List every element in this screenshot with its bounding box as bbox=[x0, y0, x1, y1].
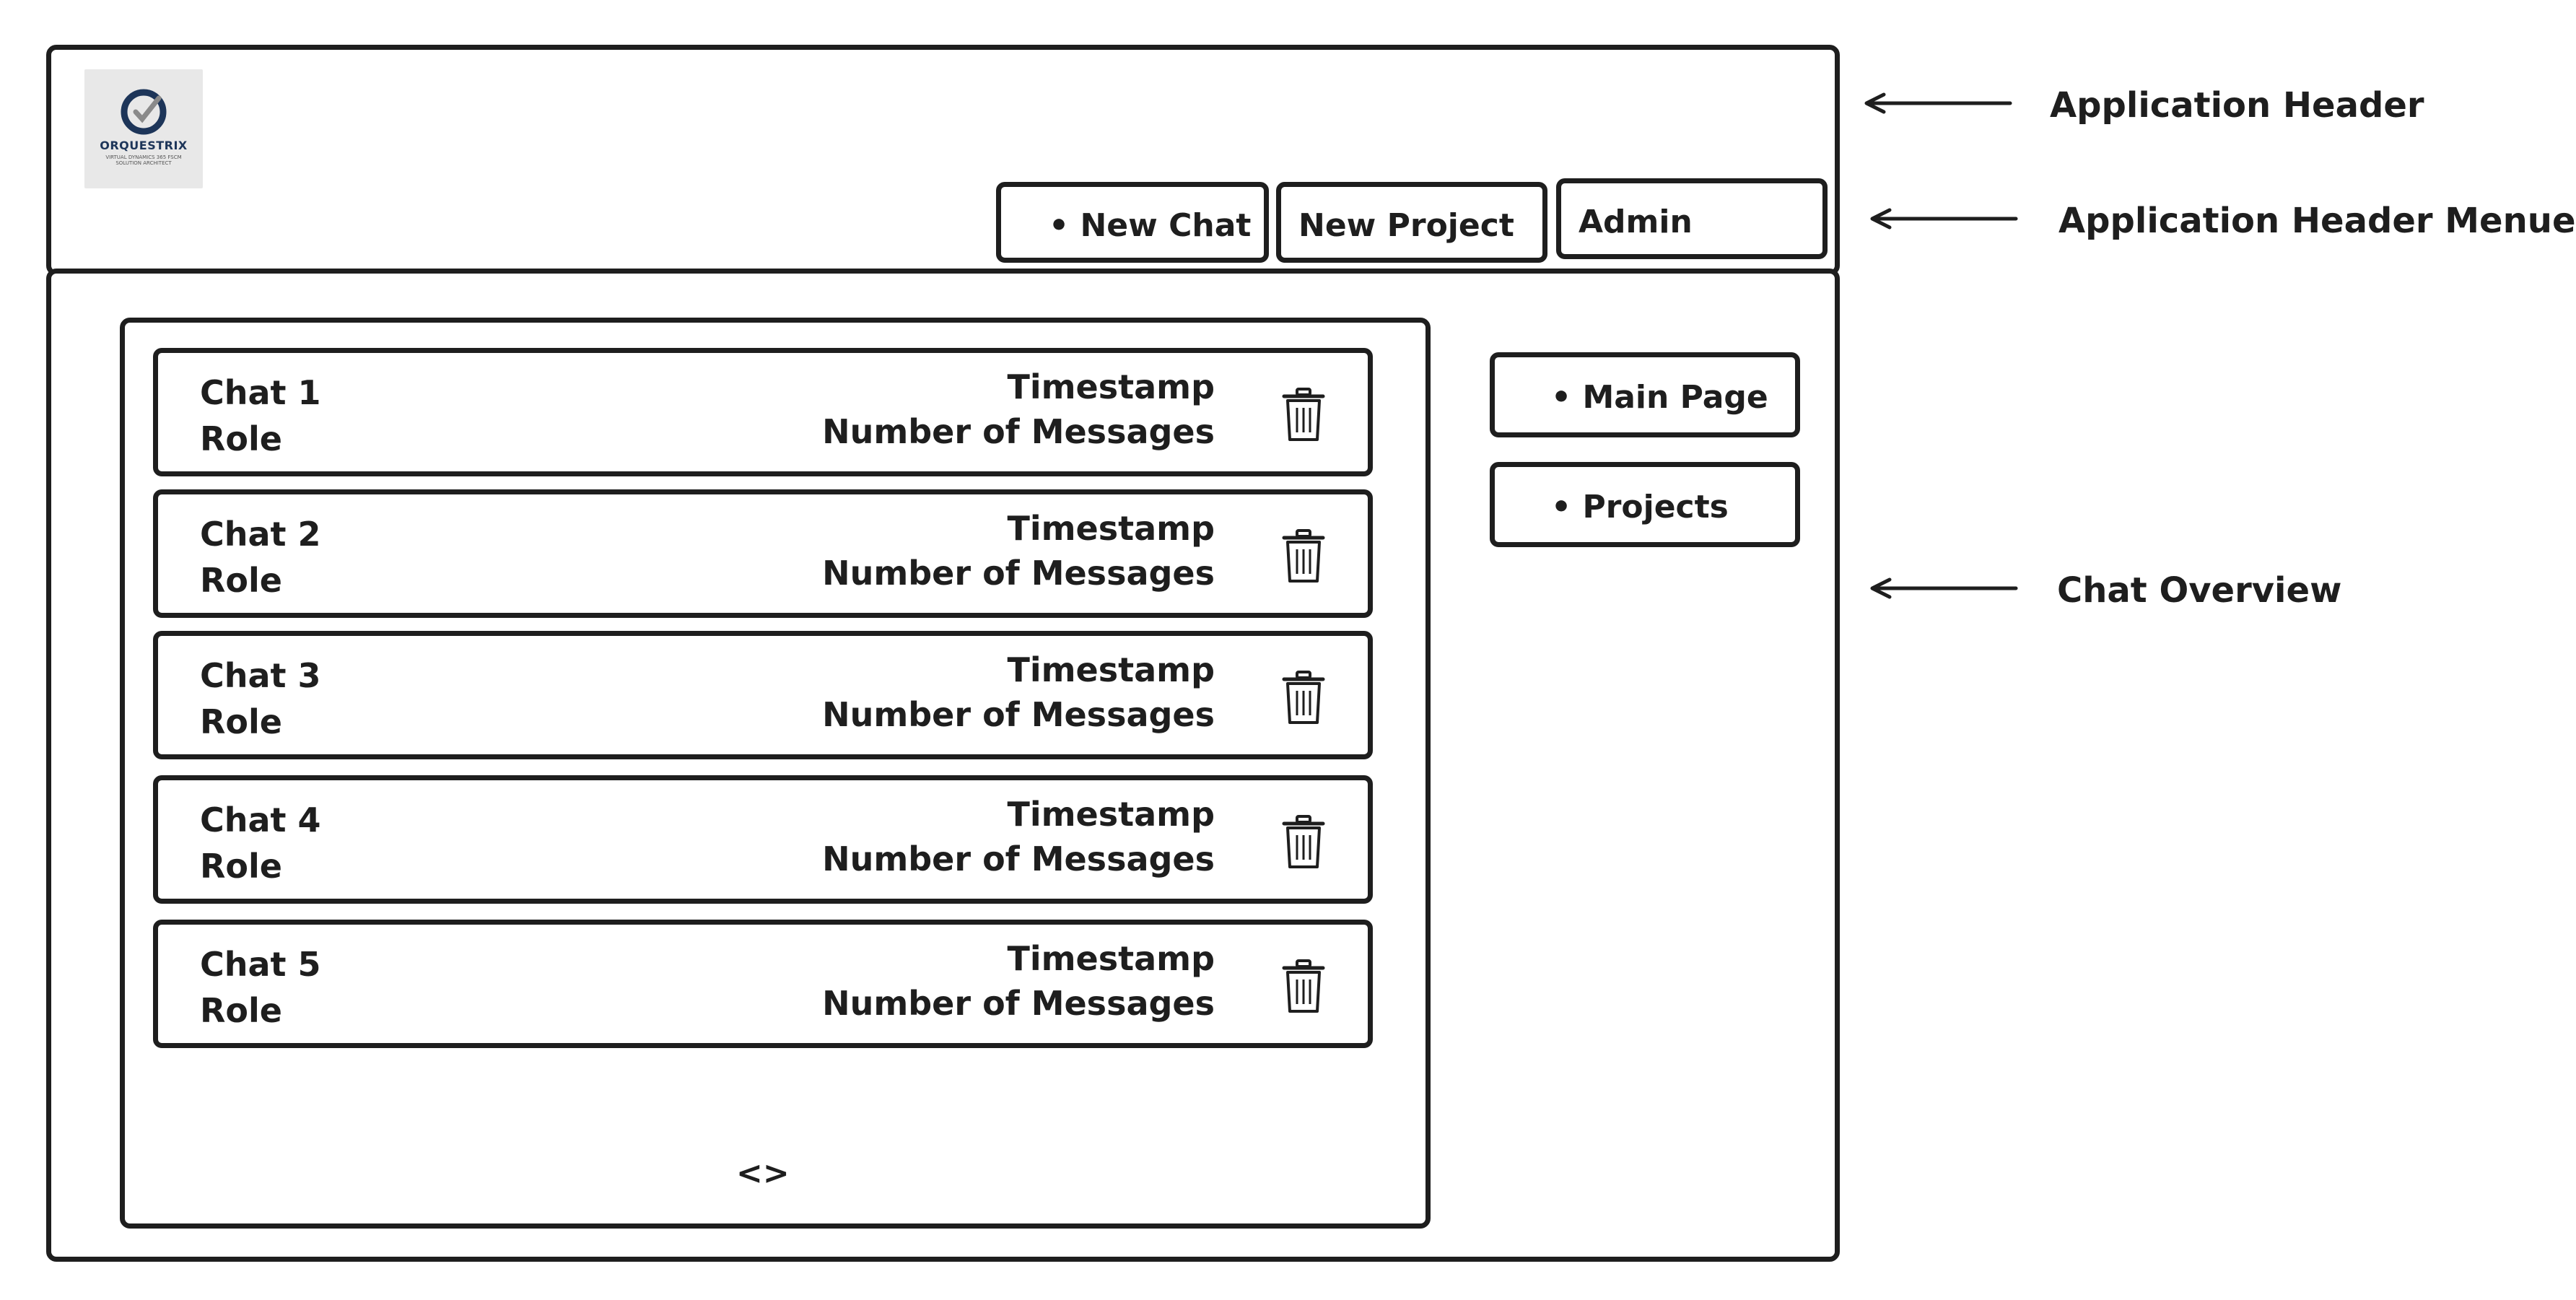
chat-name: Chat 4 bbox=[200, 800, 321, 839]
arrow-left-icon bbox=[1870, 577, 2018, 599]
logo-mark-icon bbox=[121, 89, 167, 135]
chat-name: Chat 5 bbox=[200, 945, 321, 984]
arrow-left-icon bbox=[1864, 92, 2012, 114]
chat-list-item[interactable]: Chat 1 Role Timestamp Number of Messages bbox=[153, 348, 1373, 476]
bullet-icon: • bbox=[1049, 207, 1080, 244]
chat-timestamp: Timestamp bbox=[1007, 509, 1215, 548]
chat-role: Role bbox=[200, 561, 282, 600]
chat-name: Chat 1 bbox=[200, 373, 321, 412]
logo-brand-text: ORQUESTRIX bbox=[100, 139, 188, 152]
chat-name: Chat 3 bbox=[200, 656, 321, 695]
logo-tagline: VIRTUAL DYNAMICS 365 FSCM SOLUTION ARCHI… bbox=[105, 154, 182, 167]
chat-list-item[interactable]: Chat 2 Role Timestamp Number of Messages bbox=[153, 489, 1373, 618]
trash-icon[interactable] bbox=[1281, 388, 1326, 442]
chat-message-count: Number of Messages bbox=[822, 839, 1215, 878]
chat-message-count: Number of Messages bbox=[822, 984, 1215, 1023]
trash-icon[interactable] bbox=[1281, 959, 1326, 1014]
chat-message-count: Number of Messages bbox=[822, 554, 1215, 593]
annotation-chat-overview: Chat Overview bbox=[2057, 570, 2342, 611]
chat-role: Role bbox=[200, 419, 282, 458]
chat-timestamp: Timestamp bbox=[1007, 367, 1215, 406]
annotation-application-header-menu: Application Header Menue bbox=[2058, 201, 2576, 241]
chat-message-count: Number of Messages bbox=[822, 412, 1215, 451]
projects-button[interactable]: • Projects bbox=[1490, 462, 1800, 547]
chat-list-item[interactable]: Chat 4 Role Timestamp Number of Messages bbox=[153, 775, 1373, 904]
chat-message-count: Number of Messages bbox=[822, 695, 1215, 734]
new-project-button[interactable]: New Project bbox=[1276, 182, 1547, 263]
bullet-icon: • bbox=[1551, 379, 1583, 416]
new-chat-label: • New Chat bbox=[1049, 207, 1252, 244]
arrow-left-icon bbox=[1870, 208, 2018, 230]
orquestrix-logo: ORQUESTRIX VIRTUAL DYNAMICS 365 FSCM SOL… bbox=[84, 69, 203, 188]
main-page-label: • Main Page bbox=[1551, 379, 1768, 416]
main-page-button[interactable]: • Main Page bbox=[1490, 352, 1800, 437]
trash-icon[interactable] bbox=[1281, 529, 1326, 584]
chat-role: Role bbox=[200, 847, 282, 886]
admin-label: Admin bbox=[1579, 204, 1693, 240]
new-chat-button[interactable]: • New Chat bbox=[996, 182, 1269, 263]
pagination-arrows[interactable]: <> bbox=[736, 1158, 790, 1190]
chat-timestamp: Timestamp bbox=[1007, 939, 1215, 978]
chat-role: Role bbox=[200, 991, 282, 1030]
bullet-icon: • bbox=[1551, 489, 1583, 525]
chat-list-item[interactable]: Chat 5 Role Timestamp Number of Messages bbox=[153, 920, 1373, 1048]
chat-timestamp: Timestamp bbox=[1007, 650, 1215, 689]
chat-list-item[interactable]: Chat 3 Role Timestamp Number of Messages bbox=[153, 631, 1373, 759]
new-project-label: New Project bbox=[1298, 207, 1514, 244]
chat-role: Role bbox=[200, 702, 282, 741]
chat-name: Chat 2 bbox=[200, 515, 321, 554]
trash-icon[interactable] bbox=[1281, 815, 1326, 870]
annotation-application-header: Application Header bbox=[2050, 85, 2424, 126]
admin-button[interactable]: Admin bbox=[1556, 178, 1828, 259]
projects-label: • Projects bbox=[1551, 489, 1729, 525]
chat-timestamp: Timestamp bbox=[1007, 795, 1215, 834]
trash-icon[interactable] bbox=[1281, 671, 1326, 725]
